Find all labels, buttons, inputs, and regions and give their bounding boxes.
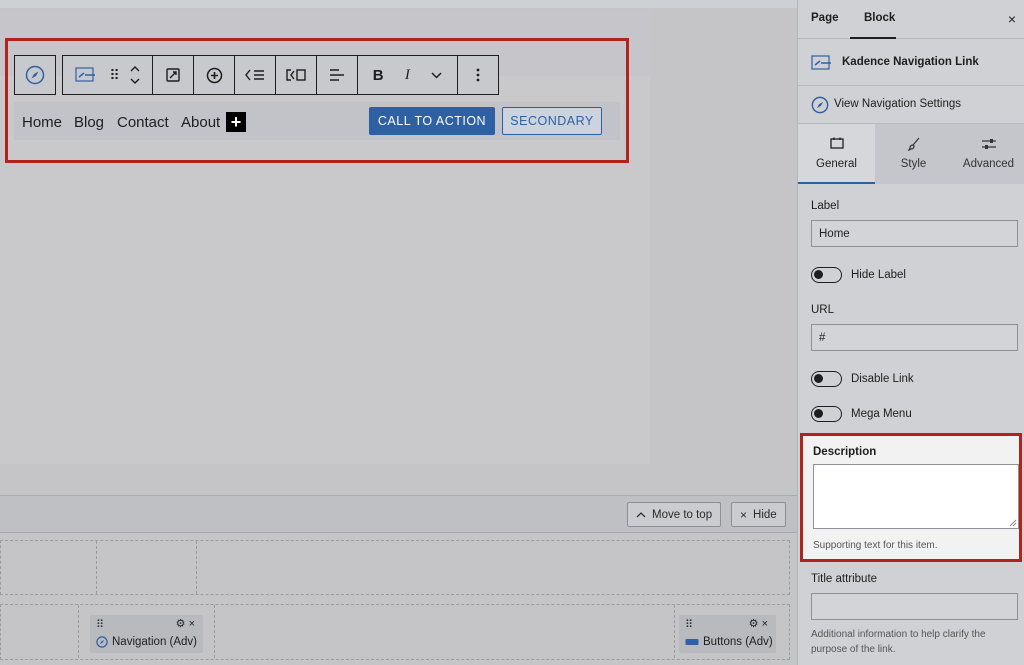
tab-block[interactable]: Block [864,12,895,24]
builder-item-label: Buttons (Adv) [685,636,773,648]
hide-builder-button[interactable]: × Hide [731,502,786,527]
row-divider [674,605,675,658]
tab-advanced[interactable]: Advanced [952,124,1024,184]
hide-label-text: Hide Label [851,269,906,281]
description-panel: Description Supporting text for this ite… [800,433,1022,562]
tab-style[interactable]: Style [875,124,952,184]
general-settings-icon [829,137,844,149]
block-card: Kadence Navigation Link [798,40,1024,86]
disable-link-text: Disable Link [851,373,914,385]
view-navigation-settings-label: View Navigation Settings [834,98,961,110]
sidebar-tabs: Page Block × [798,0,1024,39]
builder-row-main: ⠿ ⚙ × Navigation (Adv) ⠿ ⚙ × Buttons (Ad… [0,604,790,660]
tab-page[interactable]: Page [811,12,839,24]
hide-label: Hide [753,508,777,521]
buttons-item-text: Buttons (Adv) [703,636,773,648]
close-icon[interactable]: × [189,618,195,630]
active-tab-indicator [850,37,896,39]
view-navigation-settings-link[interactable]: View Navigation Settings [798,86,1024,124]
nav-link-block-icon [811,55,831,70]
item-controls: ⚙ × [176,617,195,630]
tab-advanced-label: Advanced [962,158,1015,170]
gear-icon[interactable]: ⚙ [176,618,186,630]
row-divider [196,541,197,594]
hide-label-toggle[interactable] [811,267,842,283]
drag-handle-icon[interactable]: ⠿ [685,618,693,631]
move-to-top-button[interactable]: Move to top [627,502,722,527]
builder-item-navigation[interactable]: ⠿ ⚙ × Navigation (Adv) [90,615,203,653]
title-attribute-label: Title attribute [811,573,878,585]
item-controls: ⚙ × [749,617,768,630]
description-label: Description [813,446,877,458]
resize-grip-icon[interactable] [1008,518,1017,527]
row-divider [214,605,215,658]
row-divider [78,605,79,658]
mega-menu-toggle[interactable] [811,406,842,422]
settings-sidebar: Page Block × Kadence Navigation Link Vie… [797,0,1024,665]
url-input[interactable] [811,324,1018,351]
sliders-icon [981,139,996,149]
buttons-icon [685,639,699,645]
navigation-icon [811,96,829,114]
close-icon[interactable]: × [762,618,768,630]
close-icon: × [740,507,748,522]
tab-style-label: Style [900,158,927,170]
gear-icon[interactable]: ⚙ [749,618,759,630]
brush-icon [907,137,919,151]
label-field-label: Label [811,200,840,212]
disable-link-toggle[interactable] [811,371,842,387]
editor-canvas: ⠿ B I Home Blog Contact About + CALL TO … [0,0,797,665]
url-field-label: URL [811,304,835,316]
title-attribute-input[interactable] [811,593,1018,620]
navigation-item-text: Navigation (Adv) [112,636,198,648]
tab-general-label: General [816,158,857,170]
canvas-top-bar [0,0,797,8]
chevron-up-icon [636,511,646,517]
header-builder-bar: Move to top × Hide [0,495,797,533]
tab-general[interactable]: General [798,124,875,184]
description-textarea[interactable] [813,464,1019,529]
navigation-icon [96,636,108,648]
mega-menu-text: Mega Menu [851,408,912,420]
builder-item-buttons[interactable]: ⠿ ⚙ × Buttons (Adv) [679,615,776,653]
block-title: Kadence Navigation Link [842,56,979,68]
title-attribute-help: Additional information to help clarify t… [811,629,986,655]
drag-handle-icon[interactable]: ⠿ [96,618,104,631]
row-divider [96,541,97,594]
close-sidebar-button[interactable]: × [1008,11,1016,27]
label-input[interactable] [811,220,1018,247]
builder-row-top [0,540,790,595]
settings-subtabs: General Style Advanced [798,124,1024,184]
move-to-top-label: Move to top [652,508,713,521]
builder-item-label: Navigation (Adv) [96,636,197,648]
highlight-box-navigation [5,38,629,163]
description-help: Supporting text for this item. [813,540,938,551]
